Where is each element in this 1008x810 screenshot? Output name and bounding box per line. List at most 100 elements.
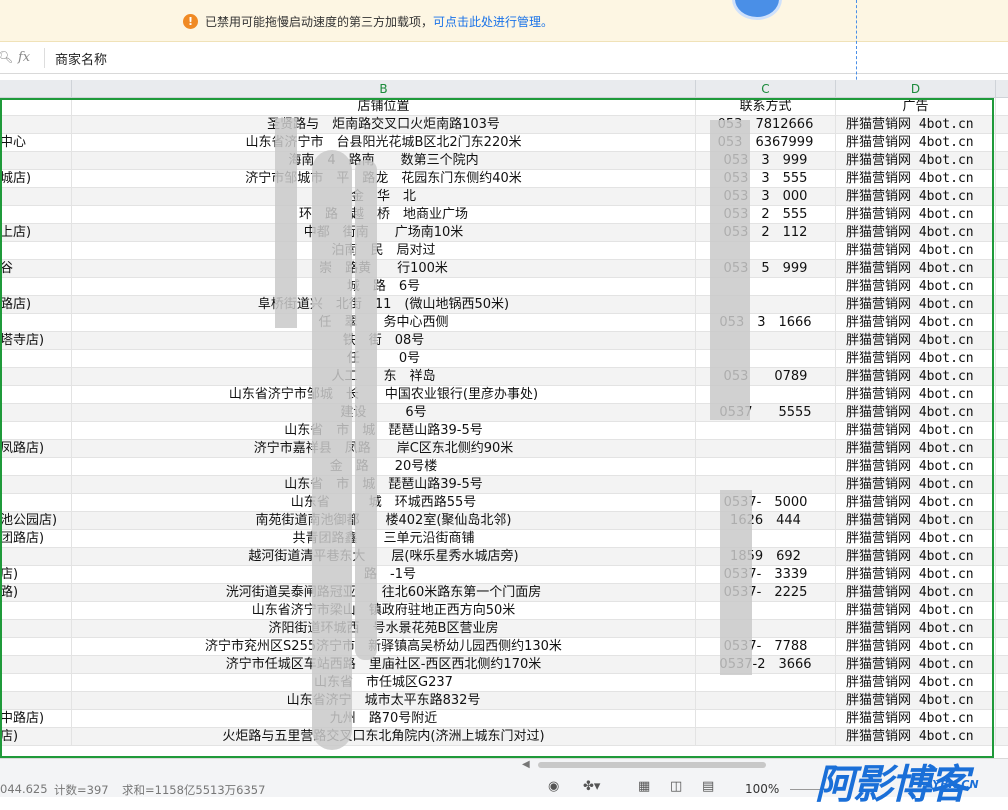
cell-d[interactable]: 胖猫营销网 4bot.cn xyxy=(836,458,996,476)
cell-c[interactable] xyxy=(696,728,836,746)
cell-b[interactable]: 洸河街道吴泰闸路冠亚 往北60米路东第一个门面房 xyxy=(72,584,696,602)
cell-b[interactable]: 南苑街道南池御都 楼402室(聚仙岛北邻) xyxy=(72,512,696,530)
cell-b[interactable]: 圣贤路与 炬南路交叉口火炬南路103号 xyxy=(72,116,696,134)
eye-icon[interactable]: ◉ xyxy=(548,779,559,794)
cell-b[interactable]: 济阳街道环城西 号水景花苑B区营业房 xyxy=(72,620,696,638)
cell-d[interactable]: 胖猫营销网 4bot.cn xyxy=(836,512,996,530)
cell-d[interactable]: 胖猫营销网 4bot.cn xyxy=(836,710,996,728)
cell-b[interactable]: 阜桥街道兴 北街 11 (微山地锅西50米) xyxy=(72,296,696,314)
cell-b[interactable]: 山东省 市 城 琵琶山路39-5号 xyxy=(72,422,696,440)
cell-d[interactable]: 胖猫营销网 4bot.cn xyxy=(836,584,996,602)
cell-a[interactable] xyxy=(0,188,72,206)
cell-d[interactable]: 胖猫营销网 4bot.cn xyxy=(836,170,996,188)
cell-a[interactable]: 中心 xyxy=(0,134,72,152)
page-layout-icon[interactable]: ◫ xyxy=(670,779,682,794)
cell-a[interactable] xyxy=(0,116,72,134)
cell-d[interactable]: 胖猫营销网 4bot.cn xyxy=(836,440,996,458)
floating-assistant-icon[interactable] xyxy=(732,0,782,20)
cell-a[interactable] xyxy=(0,278,72,296)
cell-a[interactable] xyxy=(0,548,72,566)
cell-a[interactable] xyxy=(0,422,72,440)
cell-a[interactable] xyxy=(0,404,72,422)
manage-addins-link[interactable]: 可点击此处进行管理。 xyxy=(433,15,553,29)
cell-d-header[interactable]: 广告 xyxy=(836,98,996,116)
cell-b[interactable]: 人工 东 祥岛 xyxy=(72,368,696,386)
cell-d[interactable]: 胖猫营销网 4bot.cn xyxy=(836,296,996,314)
cell-a[interactable]: 塔寺店) xyxy=(0,332,72,350)
cell-a[interactable] xyxy=(0,494,72,512)
cell-c[interactable]: 0537- 7788 xyxy=(696,638,836,656)
cell-d[interactable]: 胖猫营销网 4bot.cn xyxy=(836,602,996,620)
fx-icon[interactable]: fx xyxy=(18,50,30,65)
cell-a[interactable] xyxy=(0,692,72,710)
cell-a[interactable]: 路) xyxy=(0,584,72,602)
cell-a[interactable] xyxy=(0,314,72,332)
cell-b[interactable]: 山东省 市 城 琵琶山路39-5号 xyxy=(72,476,696,494)
cell-b[interactable]: 任 0号 xyxy=(72,350,696,368)
cell-a[interactable] xyxy=(0,458,72,476)
cell-a[interactable]: 池公园店) xyxy=(0,512,72,530)
cell-d[interactable]: 胖猫营销网 4bot.cn xyxy=(836,404,996,422)
cell-d[interactable]: 胖猫营销网 4bot.cn xyxy=(836,530,996,548)
cell-c[interactable] xyxy=(696,674,836,692)
cell-c[interactable] xyxy=(696,440,836,458)
column-header-a[interactable] xyxy=(0,80,72,98)
cell-d[interactable]: 胖猫营销网 4bot.cn xyxy=(836,656,996,674)
cell-b[interactable]: 崇 路黄 行100米 xyxy=(72,260,696,278)
cell-d[interactable]: 胖猫营销网 4bot.cn xyxy=(836,134,996,152)
cell-b[interactable]: 环 路 越 桥 地商业广场 xyxy=(72,206,696,224)
cell-a[interactable]: 路店) xyxy=(0,296,72,314)
cell-a[interactable]: 店) xyxy=(0,566,72,584)
cell-d[interactable]: 胖猫营销网 4bot.cn xyxy=(836,386,996,404)
column-header-d[interactable]: D xyxy=(836,80,996,98)
cell-c[interactable]: 1626 444 xyxy=(696,512,836,530)
cell-b[interactable]: 济宁市嘉祥县 凤路 岸C区东北侧约90米 xyxy=(72,440,696,458)
normal-view-icon[interactable]: ▦ xyxy=(638,779,650,794)
page-break-icon[interactable]: ▤ xyxy=(702,779,714,794)
cell-c[interactable] xyxy=(696,458,836,476)
cell-c[interactable]: 0537- 5000 xyxy=(696,494,836,512)
cell-b[interactable]: 山东省 城 环城西路55号 xyxy=(72,494,696,512)
status-count[interactable]: 计数=397 xyxy=(54,782,109,798)
cell-d[interactable]: 胖猫营销网 4bot.cn xyxy=(836,674,996,692)
cell-b[interactable]: 山东省济宁市梁山 镇政府驻地正西方向50米 xyxy=(72,602,696,620)
cell-d[interactable]: 胖猫营销网 4bot.cn xyxy=(836,188,996,206)
cell-d[interactable]: 胖猫营销网 4bot.cn xyxy=(836,332,996,350)
cell-c[interactable] xyxy=(696,476,836,494)
cell-b[interactable]: 山东省济宁 城市太平东路832号 xyxy=(72,692,696,710)
cell-c[interactable]: 1859 692 xyxy=(696,548,836,566)
cell-d[interactable]: 胖猫营销网 4bot.cn xyxy=(836,422,996,440)
cell-b[interactable]: 城 路 6号 xyxy=(72,278,696,296)
cell-b[interactable]: 金 华 北 xyxy=(72,188,696,206)
cell-b[interactable]: 济宁市任城区车站西路 里庙社区-西区西北侧约170米 xyxy=(72,656,696,674)
cell-b[interactable]: 金 路 20号楼 xyxy=(72,458,696,476)
cell-a[interactable] xyxy=(0,152,72,170)
cell-c[interactable] xyxy=(696,602,836,620)
cell-b[interactable]: 中都 街南 广场南10米 xyxy=(72,224,696,242)
cell-b[interactable]: 山东省济宁市邹城 长 中国农业银行(里彦办事处) xyxy=(72,386,696,404)
cell-c[interactable] xyxy=(696,710,836,728)
cell-b[interactable]: 铁 街 08号 xyxy=(72,332,696,350)
cell-b-header[interactable]: 店铺位置 xyxy=(72,98,696,116)
cell-b[interactable]: 海南 4 路南 数第三个院内 xyxy=(72,152,696,170)
cell-b[interactable]: 火炬路与五里营路交叉口东北角院内(济洲上城东门对过) xyxy=(72,728,696,746)
cell-d[interactable]: 胖猫营销网 4bot.cn xyxy=(836,314,996,332)
cell-c[interactable]: 0537- 3339 xyxy=(696,566,836,584)
cell-c-header[interactable]: 联系方式 xyxy=(696,98,836,116)
scroll-thumb[interactable] xyxy=(538,762,766,768)
cell-c[interactable] xyxy=(696,620,836,638)
cell-d[interactable]: 胖猫营销网 4bot.cn xyxy=(836,350,996,368)
cell-d[interactable]: 胖猫营销网 4bot.cn xyxy=(836,548,996,566)
cell-b[interactable]: 山东省 市任城区G237 xyxy=(72,674,696,692)
cell-a[interactable]: 谷 xyxy=(0,260,72,278)
cell-a[interactable]: 上店) xyxy=(0,224,72,242)
cell-a[interactable]: 凤路店) xyxy=(0,440,72,458)
cell-c[interactable]: 0537-2 3666 xyxy=(696,656,836,674)
cell-a[interactable] xyxy=(0,476,72,494)
scroll-left-icon[interactable]: ◀ xyxy=(522,759,530,770)
cell-d[interactable]: 胖猫营销网 4bot.cn xyxy=(836,206,996,224)
zoom-icon[interactable]: 🔍︎ xyxy=(0,50,13,64)
cell-b[interactable]: 泊南 民 局对过 xyxy=(72,242,696,260)
cell-d[interactable]: 胖猫营销网 4bot.cn xyxy=(836,692,996,710)
cell-a[interactable] xyxy=(0,674,72,692)
